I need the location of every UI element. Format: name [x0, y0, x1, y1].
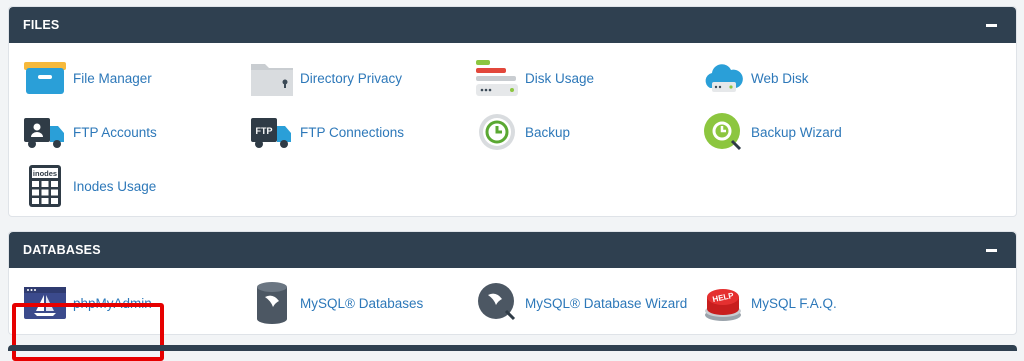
files-panel-title: FILES	[23, 18, 60, 32]
ftp-accounts-label: FTP Accounts	[73, 124, 157, 140]
minus-icon	[985, 23, 997, 27]
backup-wizard-icon	[699, 110, 747, 154]
mysql-databases-label: MySQL® Databases	[300, 295, 424, 311]
mysql-databases-link[interactable]: MySQL® Databases	[248, 280, 423, 326]
mysql-faq-link[interactable]: HELP MySQL F.A.Q.	[699, 280, 837, 326]
backup-label: Backup	[525, 124, 571, 140]
mysql-database-wizard-label: MySQL® Database Wizard	[525, 295, 688, 311]
mysql-wizard-icon	[473, 281, 521, 325]
databases-collapse-button[interactable]	[982, 241, 1000, 259]
inodes-usage-link[interactable]: inodes Inodes Usage	[21, 163, 156, 209]
directory-privacy-link[interactable]: Directory Privacy	[248, 55, 402, 101]
folder-lock-icon	[248, 56, 296, 100]
backup-wizard-label: Backup Wizard	[751, 124, 842, 140]
databases-panel-header: DATABASES	[9, 232, 1016, 268]
cloud-drive-icon	[699, 56, 747, 100]
inodes-usage-label: Inodes Usage	[73, 178, 157, 194]
backup-link[interactable]: Backup	[473, 109, 570, 155]
phpmyadmin-highlight-box	[12, 303, 164, 361]
inodes-icon-text: inodes	[33, 169, 57, 178]
file-manager-link[interactable]: File Manager	[21, 55, 152, 101]
file-manager-label: File Manager	[73, 70, 152, 86]
mysql-database-wizard-link[interactable]: MySQL® Database Wizard	[473, 280, 687, 326]
files-panel-header: FILES	[9, 7, 1016, 43]
backup-wizard-link[interactable]: Backup Wizard	[699, 109, 842, 155]
databases-panel-title: DATABASES	[23, 243, 101, 257]
web-disk-label: Web Disk	[751, 70, 809, 86]
disk-usage-link[interactable]: Disk Usage	[473, 55, 594, 101]
minus-icon	[985, 248, 997, 252]
ftp-connections-truck-icon: FTP	[248, 110, 296, 154]
file-manager-icon	[21, 56, 69, 100]
databases-panel: DATABASES phpMyAdmin MySQL® Databases My…	[8, 231, 1017, 361]
files-panel: FILES File Manager Directory Privacy Dis…	[8, 6, 1017, 217]
disk-usage-label: Disk Usage	[525, 70, 595, 86]
ftp-icon-text: FTP	[256, 126, 273, 136]
files-collapse-button[interactable]	[982, 16, 1000, 34]
ftp-connections-label: FTP Connections	[300, 124, 405, 140]
ftp-accounts-truck-icon	[21, 110, 69, 154]
help-button-icon: HELP	[699, 281, 747, 325]
web-disk-link[interactable]: Web Disk	[699, 55, 809, 101]
disk-usage-icon	[473, 56, 521, 100]
ftp-accounts-link[interactable]: FTP Accounts	[21, 109, 157, 155]
directory-privacy-label: Directory Privacy	[300, 70, 403, 86]
next-panel-header-edge	[8, 345, 1017, 351]
inodes-calculator-icon: inodes	[21, 164, 69, 208]
backup-clock-icon	[473, 110, 521, 154]
ftp-connections-link[interactable]: FTP FTP Connections	[248, 109, 404, 155]
mysql-faq-label: MySQL F.A.Q.	[751, 295, 837, 311]
mysql-database-cylinder-icon	[248, 281, 296, 325]
